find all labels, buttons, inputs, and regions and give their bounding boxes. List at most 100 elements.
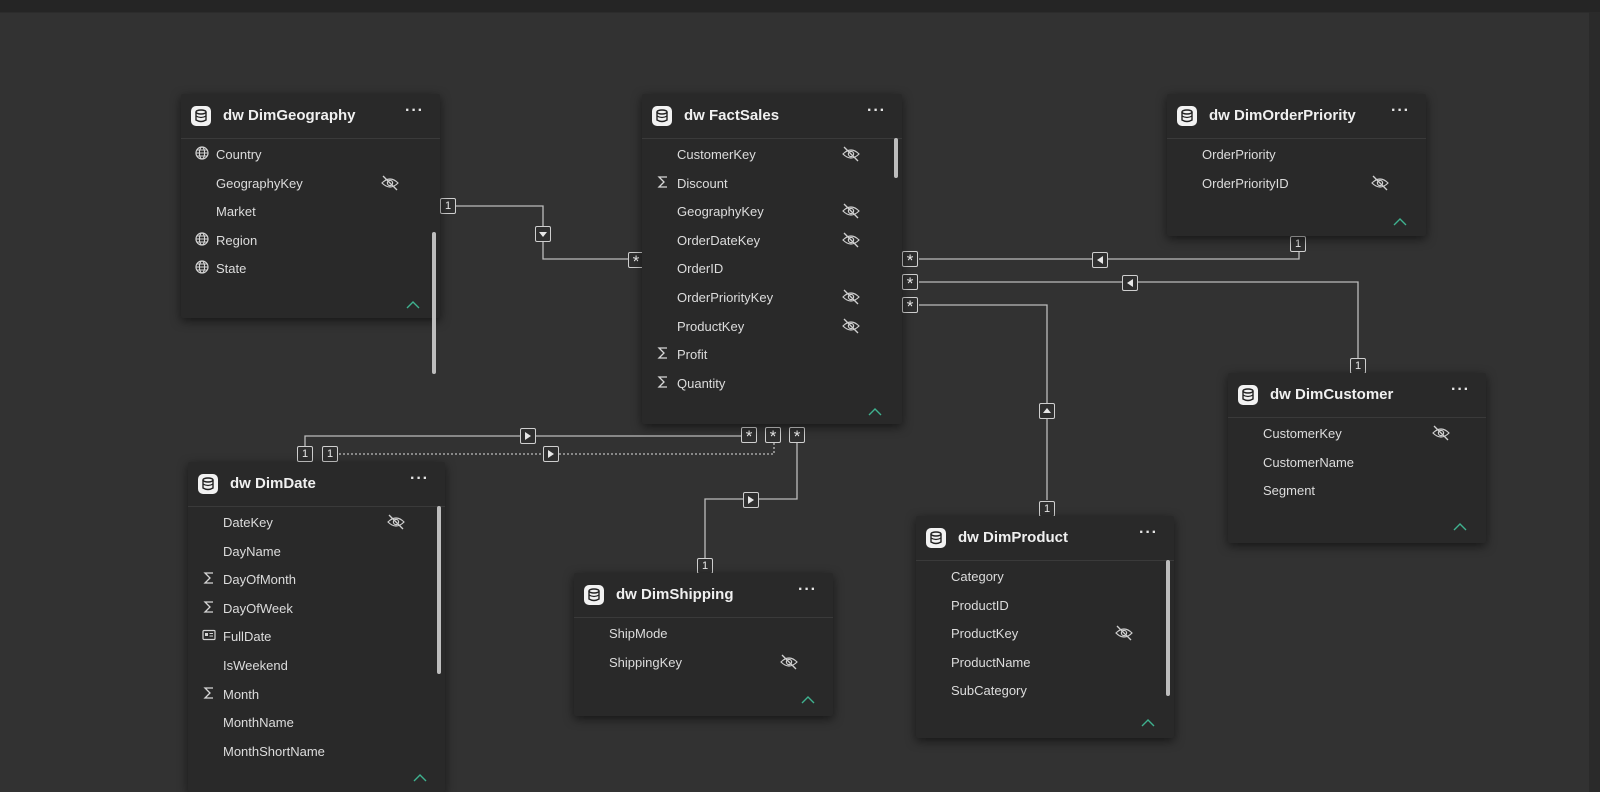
sigma-icon	[202, 600, 218, 616]
field-name: DateKey	[223, 515, 273, 530]
table-scrollbar[interactable]	[432, 232, 436, 374]
field-name: Discount	[677, 175, 728, 191]
more-options-icon[interactable]: ···	[1391, 102, 1410, 120]
field-row-month[interactable]: Month	[188, 680, 445, 709]
collapse-chevron-up-icon[interactable]	[868, 404, 882, 416]
table-card-dimorderpriority[interactable]: dw DimOrderPriority ··· OrderPriority Order…	[1167, 94, 1426, 236]
collapse-chevron-up-icon[interactable]	[801, 692, 815, 704]
field-row-customerkey[interactable]: CustomerKey	[1228, 419, 1486, 448]
table-header[interactable]: dw DimDate ···	[188, 462, 445, 507]
field-row-monthname[interactable]: MonthName	[188, 708, 445, 737]
hidden-field-icon[interactable]	[841, 146, 861, 162]
field-row-country[interactable]: Country	[181, 140, 440, 169]
table-header[interactable]: dw DimOrderPriority ···	[1167, 94, 1426, 139]
filter-direction-left-icon[interactable]	[1092, 252, 1108, 268]
hidden-field-icon[interactable]	[841, 203, 861, 219]
collapse-chevron-up-icon[interactable]	[406, 297, 420, 309]
field-row-customerkey[interactable]: CustomerKey	[642, 140, 902, 169]
collapse-chevron-up-icon[interactable]	[1141, 715, 1155, 727]
field-row-orderprioritykey[interactable]: OrderPriorityKey	[642, 283, 902, 312]
hidden-field-icon[interactable]	[380, 175, 400, 191]
table-scrollbar[interactable]	[437, 506, 441, 674]
table-card-dimcustomer[interactable]: dw DimCustomer ··· CustomerKey CustomerName…	[1228, 373, 1486, 543]
field-row-category[interactable]: Category	[916, 562, 1174, 591]
field-name: State	[216, 261, 247, 277]
more-options-icon[interactable]: ···	[798, 581, 817, 599]
cardinality-many-badge: *	[902, 251, 918, 270]
field-row-region[interactable]: Region	[181, 226, 440, 255]
more-options-icon[interactable]: ···	[410, 470, 429, 488]
field-row-state[interactable]: State	[181, 254, 440, 283]
field-row-monthshortname[interactable]: MonthShortName	[188, 737, 445, 766]
hidden-field-icon[interactable]	[841, 318, 861, 334]
canvas-scrollbar-track[interactable]	[1589, 12, 1600, 792]
field-row-productname[interactable]: ProductName	[916, 648, 1174, 677]
filter-direction-right-icon[interactable]	[743, 492, 759, 508]
field-row-fulldate[interactable]: FullDate	[188, 622, 445, 651]
cardinality-many-badge: *	[765, 427, 781, 446]
more-options-icon[interactable]: ···	[1451, 381, 1470, 399]
field-row-dayofmonth[interactable]: DayOfMonth	[188, 565, 445, 594]
collapse-chevron-up-icon[interactable]	[1453, 519, 1467, 531]
table-scrollbar[interactable]	[1166, 560, 1170, 696]
table-card-dimgeography[interactable]: dw DimGeography ··· Country GeographyKey Mar…	[181, 94, 440, 374]
field-row-orderid[interactable]: OrderID	[642, 254, 902, 283]
field-row-productkey[interactable]: ProductKey	[642, 312, 902, 341]
filter-direction-right-icon[interactable]	[543, 446, 559, 462]
field-name: CustomerKey	[677, 147, 756, 162]
field-row-shippingkey[interactable]: ShippingKey	[574, 648, 833, 677]
field-name: ProductKey	[951, 626, 1019, 642]
table-header[interactable]: dw FactSales ···	[642, 94, 902, 139]
filter-direction-left-icon[interactable]	[1122, 275, 1138, 291]
field-row-market[interactable]: Market	[181, 197, 440, 226]
field-row-datekey[interactable]: DateKey	[188, 508, 445, 537]
hidden-field-icon[interactable]	[1370, 175, 1390, 191]
hidden-field-icon[interactable]	[779, 654, 799, 670]
more-options-icon[interactable]: ···	[1139, 524, 1158, 542]
field-row-geographykey[interactable]: GeographyKey	[642, 197, 902, 226]
field-name: DayOfMonth	[223, 572, 296, 588]
filter-direction-down-icon[interactable]	[535, 226, 551, 242]
field-row-shipmode[interactable]: ShipMode	[574, 619, 833, 648]
field-row-dayofweek[interactable]: DayOfWeek	[188, 594, 445, 623]
field-row-isweekend[interactable]: IsWeekend	[188, 651, 445, 680]
hidden-field-icon[interactable]	[841, 232, 861, 248]
globe-icon	[195, 232, 211, 248]
table-card-dimproduct[interactable]: dw DimProduct ··· Category ProductID Product…	[916, 516, 1174, 738]
field-row-orderdatekey[interactable]: OrderDateKey	[642, 226, 902, 255]
field-row-segment[interactable]: Segment	[1228, 476, 1486, 505]
field-row-productkey[interactable]: ProductKey	[916, 619, 1174, 648]
table-card-dimdate[interactable]: dw DimDate ··· DateKey DayName DayOfMonth Day…	[188, 462, 445, 792]
sigma-icon	[202, 686, 218, 702]
field-row-quantity[interactable]: Quantity	[642, 369, 902, 398]
field-row-subcategory[interactable]: SubCategory	[916, 676, 1174, 705]
field-row-discount[interactable]: Discount	[642, 169, 902, 198]
table-header[interactable]: dw DimProduct ···	[916, 516, 1174, 561]
field-row-dayname[interactable]: DayName	[188, 537, 445, 566]
globe-icon	[195, 260, 211, 276]
table-header[interactable]: dw DimGeography ···	[181, 94, 440, 139]
hidden-field-icon[interactable]	[386, 514, 406, 530]
filter-direction-up-icon[interactable]	[1039, 403, 1055, 419]
table-header[interactable]: dw DimCustomer ···	[1228, 373, 1486, 418]
collapse-chevron-up-icon[interactable]	[1393, 214, 1407, 226]
more-options-icon[interactable]: ···	[405, 102, 424, 120]
filter-direction-right-icon[interactable]	[520, 428, 536, 444]
collapse-chevron-up-icon[interactable]	[413, 770, 427, 782]
table-header[interactable]: dw DimShipping ···	[574, 573, 833, 618]
more-options-icon[interactable]: ···	[867, 102, 886, 120]
hidden-field-icon[interactable]	[1431, 425, 1451, 441]
table-card-dimshipping[interactable]: dw DimShipping ··· ShipMode ShippingKey	[574, 573, 833, 716]
field-row-orderpriorityid[interactable]: OrderPriorityID	[1167, 169, 1426, 198]
field-row-customername[interactable]: CustomerName	[1228, 448, 1486, 477]
hidden-field-icon[interactable]	[841, 289, 861, 305]
field-row-orderpriority[interactable]: OrderPriority	[1167, 140, 1426, 169]
table-scrollbar[interactable]	[894, 138, 898, 178]
hidden-field-icon[interactable]	[1114, 625, 1134, 641]
cardinality-many-badge: *	[902, 274, 918, 293]
field-name: DayOfWeek	[223, 600, 293, 616]
field-row-geographykey[interactable]: GeographyKey	[181, 169, 440, 198]
field-row-productid[interactable]: ProductID	[916, 591, 1174, 620]
table-card-factsales[interactable]: dw FactSales ··· CustomerKey Discount Geogra…	[642, 94, 902, 424]
field-row-profit[interactable]: Profit	[642, 340, 902, 369]
